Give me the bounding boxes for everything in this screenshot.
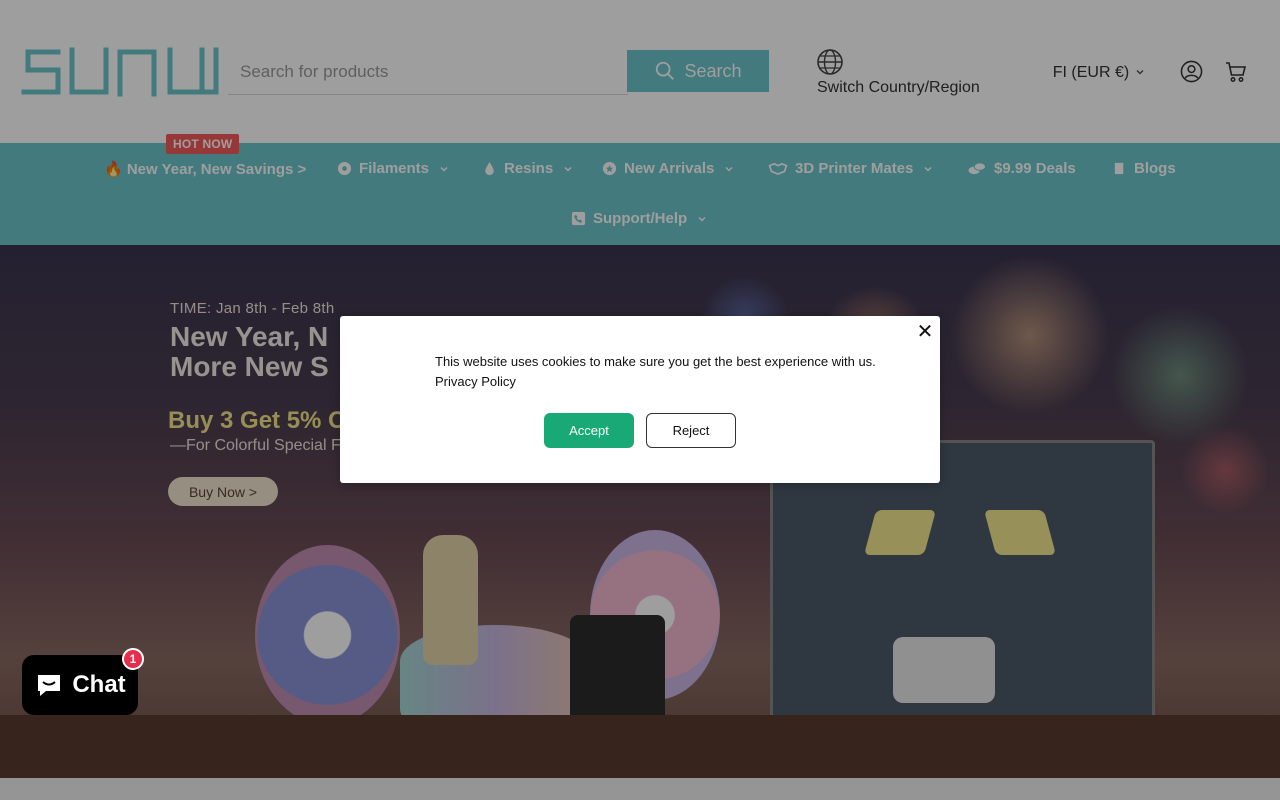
reject-cookies-button[interactable]: Reject: [646, 413, 736, 448]
close-icon[interactable]: ✕: [915, 322, 935, 342]
accept-cookies-button[interactable]: Accept: [544, 413, 634, 448]
chat-launcher-button[interactable]: Chat: [22, 655, 138, 715]
chat-notification-badge: 1: [122, 648, 144, 670]
cookie-consent-dialog: ✕ This website uses cookies to make sure…: [340, 316, 940, 483]
chat-bubble-icon: [38, 675, 61, 696]
privacy-policy-link[interactable]: Privacy Policy: [435, 374, 516, 389]
chat-label: Chat: [72, 671, 126, 698]
cookie-message: This website uses cookies to make sure y…: [435, 354, 876, 369]
